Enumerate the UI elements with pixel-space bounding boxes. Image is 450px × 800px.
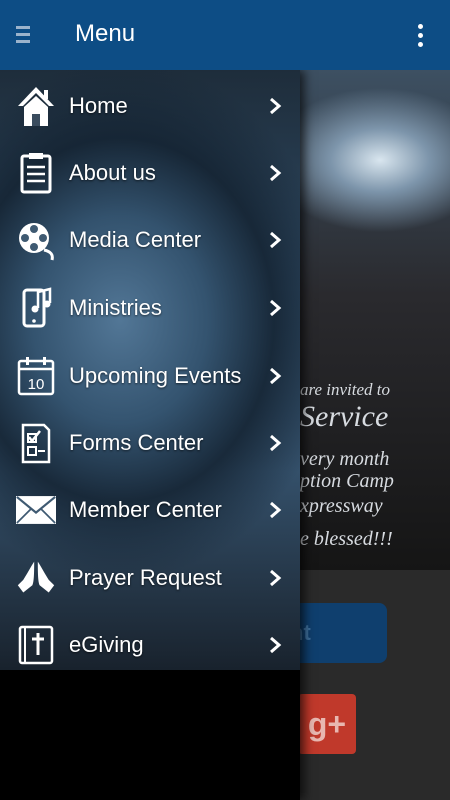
banner-line: xpressway [300, 495, 383, 517]
menu-item-label: Media Center [69, 226, 202, 252]
envelope-icon [16, 488, 56, 532]
chevron-right-icon [268, 299, 282, 317]
menu-item-label: Forms Center [69, 429, 204, 455]
menu-item-label: Member Center [69, 496, 222, 522]
navigation-drawer: Home About us Media Center Ministries 10… [0, 70, 300, 800]
bible-icon [16, 623, 56, 667]
menu-item-label: Upcoming Events [69, 362, 242, 388]
banner-line: very month [300, 448, 390, 470]
chevron-right-icon [268, 434, 282, 452]
home-icon [16, 84, 56, 128]
banner-line: are invited to [300, 380, 391, 399]
menu-item-label: Prayer Request [69, 564, 222, 590]
chevron-right-icon [268, 501, 282, 519]
menu-item-prayer-request[interactable]: Prayer Request [0, 544, 300, 611]
menu-item-home[interactable]: Home [0, 72, 300, 139]
praying-hands-icon [16, 556, 56, 600]
menu-item-about-us[interactable]: About us [0, 139, 300, 206]
chevron-right-icon [268, 231, 282, 249]
menu-item-forms-center[interactable]: Forms Center [0, 409, 300, 476]
menu-item-media-center[interactable]: Media Center [0, 206, 300, 273]
menu-item-egiving[interactable]: eGiving [0, 611, 300, 678]
banner-line: Service [300, 400, 389, 433]
menu-item-label: About us [69, 159, 156, 185]
overflow-menu-icon[interactable] [418, 24, 424, 51]
chevron-right-icon [268, 569, 282, 587]
calendar-day: 10 [28, 376, 45, 393]
page-title: Menu [75, 20, 136, 47]
menu-item-member-center[interactable]: Member Center [0, 476, 300, 543]
menu-item-ministries[interactable]: Ministries [0, 274, 300, 341]
chevron-right-icon [268, 636, 282, 654]
banner-line: e blessed!!! [300, 528, 393, 550]
calendar-icon: 10 [16, 354, 56, 398]
chevron-right-icon [268, 164, 282, 182]
form-icon [16, 421, 56, 465]
app-bar: Menu [0, 0, 450, 70]
menu-item-upcoming-events[interactable]: 10 Upcoming Events [0, 342, 300, 409]
clipboard-icon [16, 151, 56, 195]
menu-item-label: eGiving [69, 631, 144, 657]
hamburger-icon[interactable] [16, 26, 30, 47]
film-reel-icon [16, 218, 56, 262]
menu-item-label: Ministries [69, 294, 162, 320]
google-plus-icon[interactable]: g+ [298, 694, 356, 754]
chevron-right-icon [268, 97, 282, 115]
banner-line: ption Camp [300, 470, 394, 492]
drawer-footer [0, 670, 300, 800]
phone-music-icon [16, 286, 56, 330]
menu-item-label: Home [69, 92, 128, 118]
chevron-right-icon [268, 367, 282, 385]
